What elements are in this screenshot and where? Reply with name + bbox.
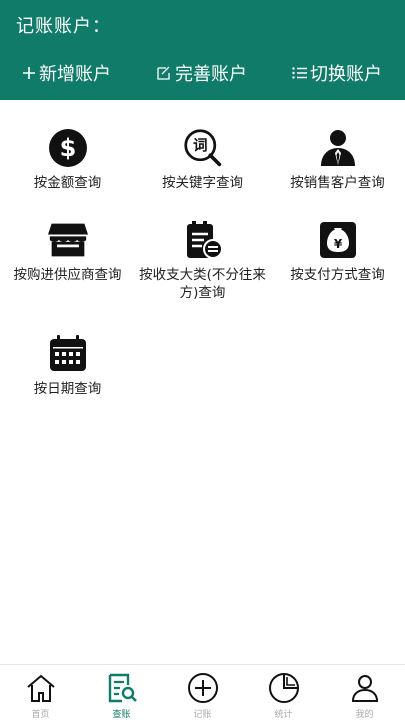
- switch-account-button[interactable]: 切换账户: [292, 58, 382, 88]
- account-actions: 新增账户 完善账户 切换账户: [0, 58, 405, 88]
- user-icon: [348, 671, 382, 705]
- plus-icon: [22, 66, 36, 80]
- top-header: 记账账户： 新增账户 完善账户 切换账户: [0, 0, 405, 100]
- svg-text:¥: ¥: [333, 237, 342, 251]
- query-by-date[interactable]: 按日期查询: [0, 334, 135, 398]
- edit-account-button[interactable]: 完善账户: [156, 58, 247, 88]
- money-bag-icon: ¥: [318, 220, 358, 260]
- add-account-label: 新增账户: [39, 64, 111, 85]
- ledger-search-icon: [105, 671, 139, 705]
- account-label: 记账账户：: [16, 16, 111, 37]
- query-by-supplier[interactable]: 按购进供应商查询: [0, 220, 135, 284]
- edit-icon: [156, 65, 172, 81]
- query-by-amount[interactable]: $ 按金额查询: [0, 128, 135, 192]
- query-by-keyword[interactable]: 词 按关键字查询: [135, 128, 270, 192]
- tab-add-entry[interactable]: 记账: [162, 665, 243, 720]
- switch-account-label: 切换账户: [310, 64, 382, 85]
- query-label: 按日期查询: [33, 381, 102, 397]
- query-label: 按销售客户查询: [290, 175, 385, 191]
- tab-profile[interactable]: 我的: [324, 665, 405, 720]
- home-icon: [24, 671, 58, 705]
- tab-label: 我的: [355, 710, 374, 720]
- plus-circle-icon: [186, 671, 220, 705]
- query-by-payment-method[interactable]: ¥ 按支付方式查询: [270, 220, 405, 284]
- tab-home[interactable]: 首页: [0, 665, 81, 720]
- query-label: 按支付方式查询: [290, 267, 385, 283]
- pie-chart-icon: [267, 671, 301, 705]
- tab-ledger-search[interactable]: 查账: [81, 665, 162, 720]
- tab-label: 首页: [31, 710, 50, 720]
- edit-account-label: 完善账户: [175, 64, 247, 85]
- list-icon: [292, 66, 307, 80]
- query-label: 按收支大类(不分往来方)查询: [139, 267, 266, 301]
- tab-label: 查账: [112, 710, 131, 720]
- query-label: 按关键字查询: [162, 175, 243, 191]
- store-icon: [47, 220, 88, 260]
- customer-icon: [318, 128, 358, 168]
- tab-label: 统计: [274, 710, 293, 720]
- svg-text:$: $: [59, 134, 76, 162]
- svg-text:词: 词: [193, 138, 208, 155]
- query-by-category[interactable]: 按收支大类(不分往来方)查询: [135, 220, 270, 302]
- query-label: 按购进供应商查询: [13, 267, 122, 283]
- query-label: 按金额查询: [33, 175, 102, 191]
- dollar-icon: $: [48, 128, 88, 168]
- category-list-icon: [183, 220, 223, 260]
- bottom-tab-bar: 首页 查账 记账 统计 我的: [0, 664, 405, 720]
- tab-label: 记账: [193, 710, 212, 720]
- tab-statistics[interactable]: 统计: [243, 665, 324, 720]
- add-account-button[interactable]: 新增账户: [22, 58, 111, 88]
- keyword-search-icon: 词: [183, 128, 223, 168]
- calendar-icon: [48, 334, 88, 374]
- query-by-customer[interactable]: 按销售客户查询: [270, 128, 405, 192]
